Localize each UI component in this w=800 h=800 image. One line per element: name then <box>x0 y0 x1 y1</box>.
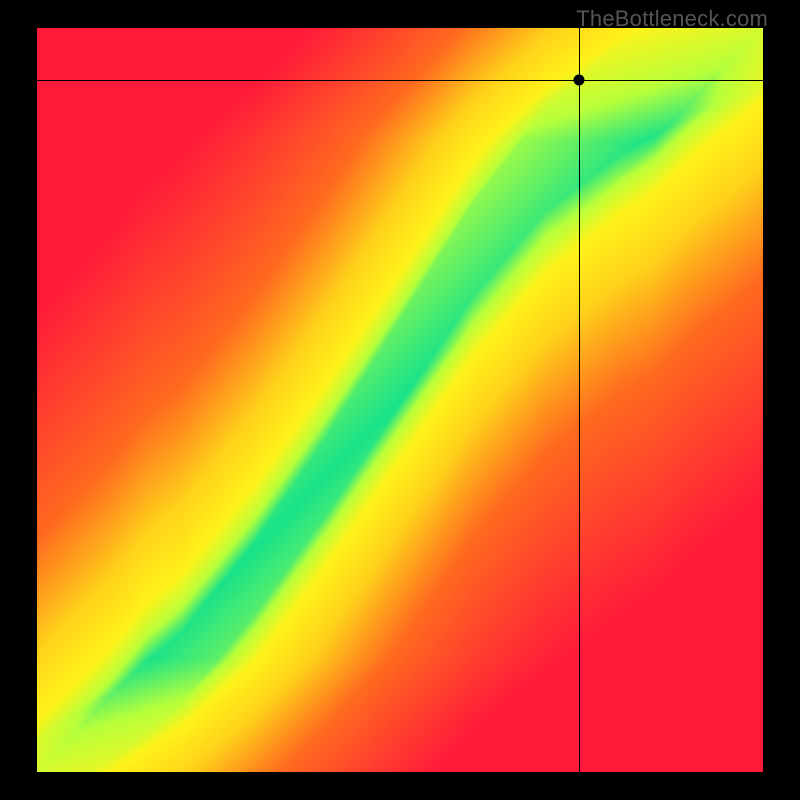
heatmap-canvas <box>37 28 763 772</box>
selection-marker <box>573 75 584 86</box>
crosshair-vertical <box>579 28 580 772</box>
crosshair-horizontal <box>37 80 763 81</box>
heatmap-plot <box>37 28 763 772</box>
watermark-text: TheBottleneck.com <box>576 6 768 32</box>
chart-container: TheBottleneck.com <box>0 0 800 800</box>
